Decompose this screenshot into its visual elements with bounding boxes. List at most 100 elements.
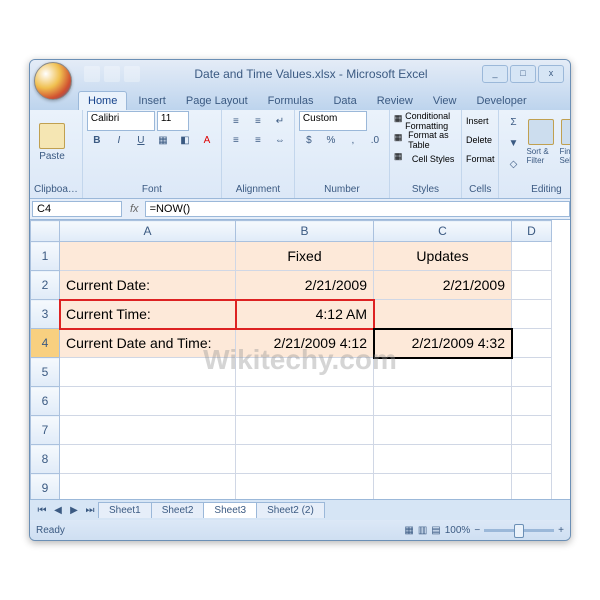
sheet-nav-first-icon[interactable]: ⏮: [34, 502, 50, 518]
col-header-a[interactable]: A: [60, 221, 236, 242]
tab-view[interactable]: View: [424, 92, 466, 110]
tab-page-layout[interactable]: Page Layout: [177, 92, 257, 110]
sheet-nav-last-icon[interactable]: ⏭: [82, 502, 98, 518]
view-normal-icon[interactable]: ▦: [404, 525, 413, 536]
zoom-in-button[interactable]: +: [558, 525, 564, 536]
align-center-icon[interactable]: ≡: [248, 130, 268, 150]
tab-insert[interactable]: Insert: [129, 92, 175, 110]
fx-icon[interactable]: fx: [124, 203, 145, 215]
cell-d7[interactable]: [512, 416, 552, 445]
font-name-combo[interactable]: Calibri: [87, 111, 155, 131]
worksheet-grid[interactable]: Wikitechy.com A B C D 1 Fixed Updates 2 …: [30, 220, 570, 499]
view-layout-icon[interactable]: ▥: [418, 525, 427, 536]
cell-a1[interactable]: [60, 242, 236, 271]
tab-data[interactable]: Data: [324, 92, 365, 110]
percent-icon[interactable]: %: [321, 130, 341, 150]
row-header-7[interactable]: 7: [31, 416, 60, 445]
comma-icon[interactable]: ,: [343, 130, 363, 150]
zoom-slider[interactable]: [484, 529, 554, 532]
cell-b6[interactable]: [236, 387, 374, 416]
maximize-button[interactable]: □: [510, 65, 536, 83]
cell-d3[interactable]: [512, 300, 552, 329]
tab-home[interactable]: Home: [78, 91, 127, 110]
sheet-nav-prev-icon[interactable]: ◀: [50, 502, 66, 518]
cell-a6[interactable]: [60, 387, 236, 416]
row-header-6[interactable]: 6: [31, 387, 60, 416]
minimize-button[interactable]: _: [482, 65, 508, 83]
tab-review[interactable]: Review: [368, 92, 422, 110]
name-box[interactable]: C4: [32, 201, 122, 217]
cell-c1[interactable]: Updates: [374, 242, 512, 271]
cell-a9[interactable]: [60, 474, 236, 500]
row-header-8[interactable]: 8: [31, 445, 60, 474]
qat-undo-icon[interactable]: [104, 66, 120, 82]
cell-b7[interactable]: [236, 416, 374, 445]
cell-c7[interactable]: [374, 416, 512, 445]
autosum-icon[interactable]: Σ: [503, 112, 523, 132]
merge-button[interactable]: ⇔: [270, 130, 290, 150]
cell-c4[interactable]: 2/21/2009 4:32: [374, 329, 512, 358]
align-top-icon[interactable]: ≡: [226, 111, 246, 131]
zoom-out-button[interactable]: −: [474, 525, 480, 536]
cell-c3[interactable]: [374, 300, 512, 329]
row-header-1[interactable]: 1: [31, 242, 60, 271]
row-header-5[interactable]: 5: [31, 358, 60, 387]
fill-color-button[interactable]: ◧: [175, 130, 195, 150]
sheet-tab-sheet1[interactable]: Sheet1: [98, 502, 152, 518]
cell-c9[interactable]: [374, 474, 512, 500]
row-header-3[interactable]: 3: [31, 300, 60, 329]
cell-d6[interactable]: [512, 387, 552, 416]
clear-icon[interactable]: ◇: [503, 154, 523, 174]
wrap-text-button[interactable]: ↵: [270, 111, 290, 131]
tab-formulas[interactable]: Formulas: [259, 92, 323, 110]
cell-c8[interactable]: [374, 445, 512, 474]
cell-a2[interactable]: Current Date:: [60, 271, 236, 300]
qat-save-icon[interactable]: [84, 66, 100, 82]
sheet-tab-sheet3[interactable]: Sheet3: [203, 502, 257, 518]
border-button[interactable]: ▦: [153, 130, 173, 150]
cell-c5[interactable]: [374, 358, 512, 387]
cell-a4[interactable]: Current Date and Time:: [60, 329, 236, 358]
cell-a8[interactable]: [60, 445, 236, 474]
font-color-button[interactable]: A: [197, 130, 217, 150]
cell-b3[interactable]: 4:12 AM: [236, 300, 374, 329]
cell-d9[interactable]: [512, 474, 552, 500]
currency-icon[interactable]: $: [299, 130, 319, 150]
close-button[interactable]: x: [538, 65, 564, 83]
select-all-corner[interactable]: [31, 221, 60, 242]
view-break-icon[interactable]: ▤: [431, 525, 440, 536]
find-select-button[interactable]: Find & Select: [559, 112, 571, 172]
cell-a7[interactable]: [60, 416, 236, 445]
align-mid-icon[interactable]: ≡: [248, 111, 268, 131]
sheet-tab-sheet2[interactable]: Sheet2: [151, 502, 205, 518]
cell-c2[interactable]: 2/21/2009: [374, 271, 512, 300]
col-header-c[interactable]: C: [374, 221, 512, 242]
col-header-d[interactable]: D: [512, 221, 552, 242]
cell-b5[interactable]: [236, 358, 374, 387]
cell-b1[interactable]: Fixed: [236, 242, 374, 271]
zoom-slider-thumb[interactable]: [514, 524, 524, 538]
cell-b2[interactable]: 2/21/2009: [236, 271, 374, 300]
italic-button[interactable]: I: [109, 130, 129, 150]
inc-decimal-icon[interactable]: .0: [365, 130, 385, 150]
cell-a5[interactable]: [60, 358, 236, 387]
sheet-tab-sheet2-2[interactable]: Sheet2 (2): [256, 502, 325, 518]
cell-d5[interactable]: [512, 358, 552, 387]
cell-b8[interactable]: [236, 445, 374, 474]
cell-d8[interactable]: [512, 445, 552, 474]
sort-filter-button[interactable]: Sort & Filter: [526, 112, 556, 172]
office-button[interactable]: [34, 62, 72, 100]
cell-b9[interactable]: [236, 474, 374, 500]
col-header-b[interactable]: B: [236, 221, 374, 242]
underline-button[interactable]: U: [131, 130, 151, 150]
font-size-combo[interactable]: 11: [157, 111, 189, 131]
cell-d4[interactable]: [512, 329, 552, 358]
row-header-2[interactable]: 2: [31, 271, 60, 300]
fill-icon[interactable]: ▼: [503, 133, 523, 153]
formula-input[interactable]: =NOW(): [145, 201, 570, 217]
sheet-nav-next-icon[interactable]: ▶: [66, 502, 82, 518]
paste-button[interactable]: Paste: [34, 112, 70, 172]
number-format-combo[interactable]: Custom: [299, 111, 367, 131]
cell-c6[interactable]: [374, 387, 512, 416]
align-left-icon[interactable]: ≡: [226, 130, 246, 150]
